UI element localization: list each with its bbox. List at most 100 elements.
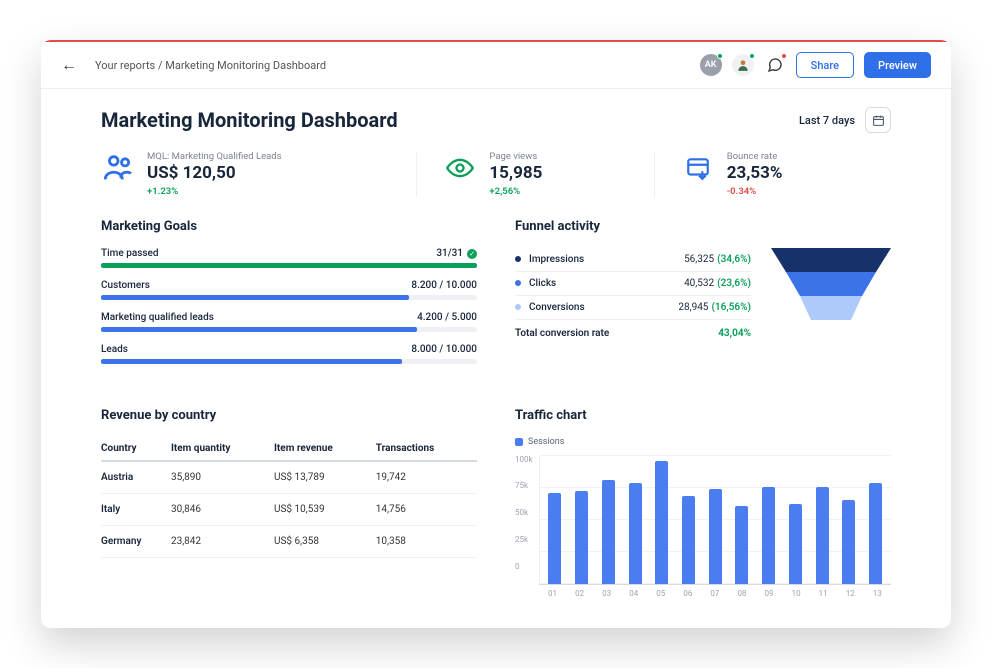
- table-cell: 19,742: [376, 461, 477, 494]
- goal-label: Leads: [101, 344, 128, 355]
- table-cell: 10,358: [376, 525, 477, 557]
- avatar-user-1[interactable]: AK: [700, 54, 722, 76]
- comments-button[interactable]: [764, 54, 786, 76]
- chart-bar: [842, 500, 855, 584]
- x-tick: 12: [846, 589, 855, 598]
- funnel-stage-name: Impressions: [529, 254, 684, 265]
- chart-legend: Sessions: [515, 437, 891, 447]
- table-row: Germany23,842US$ 6,35810,358: [101, 525, 477, 557]
- kpi-label: Page views: [489, 151, 542, 162]
- x-tick: 08: [737, 589, 746, 598]
- table-cell: 30,846: [171, 493, 274, 525]
- chart-bar: [682, 496, 695, 584]
- people-icon: [101, 151, 135, 185]
- back-arrow-icon[interactable]: ←: [61, 55, 77, 75]
- kpi-mql: MQL: Marketing Qualified Leads US$ 120,5…: [101, 151, 416, 197]
- funnel-segment: [771, 248, 891, 272]
- table-cell: 14,756: [376, 493, 477, 525]
- person-icon: [736, 58, 750, 72]
- x-tick: 03: [602, 589, 611, 598]
- kpi-value: 15,985: [489, 164, 542, 184]
- funnel-segment: [771, 272, 891, 296]
- app-window: ← Your reports / Marketing Monitoring Da…: [41, 40, 951, 628]
- chart-bar: [869, 483, 882, 584]
- x-tick: 07: [710, 589, 719, 598]
- table-row: Italy30,846US$ 10,53914,756: [101, 493, 477, 525]
- y-tick: 0: [515, 562, 533, 571]
- table-cell: US$ 13,789: [274, 461, 376, 494]
- kpi-row: MQL: Marketing Qualified Leads US$ 120,5…: [101, 151, 891, 197]
- table-cell: Italy: [101, 493, 171, 525]
- table-cell: US$ 6,358: [274, 525, 376, 557]
- kpi-delta: -0.34%: [727, 186, 783, 197]
- funnel-stage-pct: (23,6%): [717, 278, 751, 289]
- goal-row: Time passed31/31✓: [101, 248, 477, 268]
- goal-row: Marketing qualified leads4.200 / 5.000: [101, 312, 477, 332]
- x-tick: 13: [873, 589, 882, 598]
- chart-bar: [629, 483, 642, 584]
- x-tick: 02: [575, 589, 584, 598]
- x-tick: 06: [683, 589, 692, 598]
- date-range-picker[interactable]: Last 7 days: [799, 107, 891, 133]
- x-tick: 04: [629, 589, 638, 598]
- chat-bubble-icon: [767, 57, 783, 73]
- card-traffic: Traffic chart Sessions 100k75k50k25k0 01…: [515, 408, 891, 598]
- x-tick: 09: [765, 589, 774, 598]
- funnel-row: Conversions28,945 (16,56%): [515, 296, 751, 320]
- table-cell: Austria: [101, 461, 171, 494]
- table-cell: 35,890: [171, 461, 274, 494]
- goal-value: 8.000 / 10.000: [411, 344, 477, 355]
- funnel-row: Impressions56,325 (34,6%): [515, 248, 751, 272]
- share-button-label: Share: [811, 59, 839, 72]
- funnel-stage-pct: (16,56%): [711, 302, 751, 313]
- kpi-value: 23,53%: [727, 164, 783, 184]
- x-tick: 01: [548, 589, 557, 598]
- eye-icon: [443, 151, 477, 185]
- preview-button-label: Preview: [878, 59, 917, 72]
- kpi-pageviews: Page views 15,985 +2,56%: [416, 151, 653, 197]
- preview-button[interactable]: Preview: [864, 52, 931, 78]
- goal-value: 4.200 / 5.000: [417, 312, 477, 323]
- notification-dot-icon: [781, 53, 787, 59]
- card-revenue: Revenue by country CountryItem quantityI…: [101, 408, 477, 598]
- date-range-label: Last 7 days: [799, 114, 855, 127]
- card-title: Funnel activity: [515, 219, 891, 234]
- table-cell: 23,842: [171, 525, 274, 557]
- goal-value: 8.200 / 10.000: [411, 280, 477, 291]
- kpi-value: US$ 120,50: [147, 164, 282, 184]
- y-tick: 100k: [515, 455, 533, 464]
- revenue-table: CountryItem quantityItem revenueTransact…: [101, 437, 477, 558]
- page-title: Marketing Monitoring Dashboard: [101, 108, 398, 132]
- funnel-stage-name: Conversions: [529, 302, 678, 313]
- chart-bar: [762, 487, 775, 584]
- chart-bar: [789, 504, 802, 584]
- goal-row: Leads 8.000 / 10.000: [101, 344, 477, 364]
- card-goals: Marketing Goals Time passed31/31✓Custome…: [101, 219, 477, 376]
- bullet-icon: [515, 256, 521, 262]
- check-icon: ✓: [467, 249, 477, 259]
- kpi-delta: +1.23%: [147, 186, 282, 197]
- avatar-user-2[interactable]: [732, 54, 754, 76]
- share-button[interactable]: Share: [796, 52, 854, 78]
- x-tick: 10: [792, 589, 801, 598]
- goal-label: Time passed: [101, 248, 159, 259]
- card-funnel: Funnel activity Impressions56,325 (34,6%…: [515, 219, 891, 376]
- kpi-bounce: Bounce rate 23,53% -0.34%: [654, 151, 891, 197]
- chart-bar: [816, 487, 829, 584]
- calendar-icon[interactable]: [865, 107, 891, 133]
- funnel-stage-value: 40,532: [684, 278, 714, 289]
- kpi-label: MQL: Marketing Qualified Leads: [147, 151, 282, 162]
- chart-bar: [709, 489, 722, 583]
- goal-label: Customers: [101, 280, 150, 291]
- y-tick: 50k: [515, 508, 533, 517]
- table-header: Item revenue: [274, 437, 376, 461]
- legend-label: Sessions: [528, 437, 564, 447]
- legend-swatch-icon: [515, 438, 523, 446]
- y-tick: 25k: [515, 535, 533, 544]
- breadcrumb[interactable]: Your reports / Marketing Monitoring Dash…: [95, 59, 326, 72]
- bullet-icon: [515, 280, 521, 286]
- table-row: Austria35,890US$ 13,78919,742: [101, 461, 477, 494]
- funnel-stage-pct: (34,6%): [717, 254, 751, 265]
- table-cell: US$ 10,539: [274, 493, 376, 525]
- topbar: ← Your reports / Marketing Monitoring Da…: [41, 42, 951, 89]
